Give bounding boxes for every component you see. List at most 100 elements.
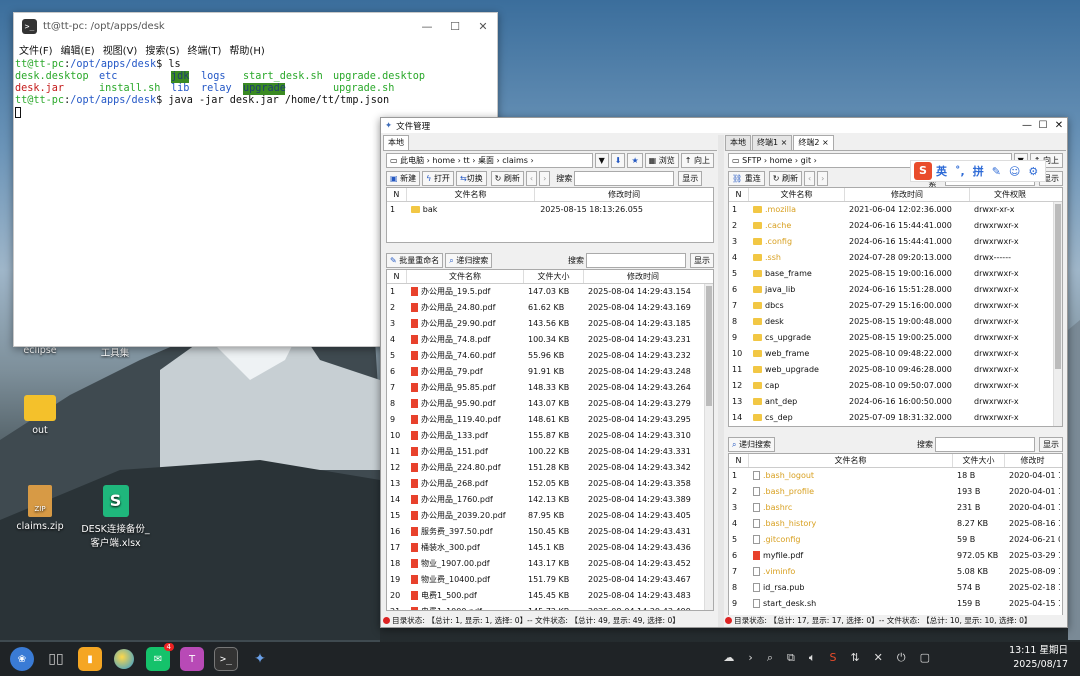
sftp-file-table[interactable]: N 文件名称 文件大小 修改时 1 .bash_logout 18 B 2020-04… <box>728 453 1063 617</box>
menu-help[interactable]: 帮助(H) <box>229 42 264 57</box>
pane-splitter[interactable] <box>718 135 724 627</box>
table-row[interactable]: 14 cs_dep 2025-07-09 18:31:32.000 drwxrwxr-… <box>729 410 1062 426</box>
multitask-view-icon[interactable]: ▯▯ <box>44 647 68 671</box>
close-icon[interactable]: ✕ <box>1051 120 1067 131</box>
table-row[interactable]: 8 办公用品_95.90.pdf 143.07 KB 2025-08-04 14:29… <box>387 396 713 412</box>
table-row[interactable]: 5.gitconfig59 B2024-06-21 09 <box>729 532 1062 548</box>
table-row[interactable]: 13 ant_dep 2024-06-16 16:00:50.000 drwxrwxr… <box>729 394 1062 410</box>
minimize-icon[interactable]: — <box>413 20 441 33</box>
menu-terminal[interactable]: 终端(T) <box>188 42 222 57</box>
table-row[interactable]: 7 dbcs 2025-07-29 15:16:00.000 drwxrwxr-x <box>729 298 1062 314</box>
table-row[interactable]: 18 物业_1907.00.pdf 143.17 KB 2025-08-04 14:2… <box>387 556 713 572</box>
sogou-logo-icon[interactable]: S <box>914 162 932 180</box>
table-row[interactable]: 15 办公用品_2039.20.pdf 87.95 KB 2025-08-04 14:… <box>387 508 713 524</box>
table-row[interactable]: 17 桶装水_300.pdf 145.1 KB 2025-08-04 14:29:43… <box>387 540 713 556</box>
table-row[interactable]: 3 .config 2024-06-16 15:44:41.000 drwxrwxr-… <box>729 234 1062 250</box>
maximize-icon[interactable]: ☐ <box>441 20 469 33</box>
tab-terminal-1[interactable]: 终端1 × <box>752 135 793 150</box>
punctuation-icon[interactable]: ˚, <box>955 165 965 178</box>
refresh-button[interactable]: ↻ 刷新 <box>490 170 524 186</box>
new-button[interactable]: ▣ 新建 <box>386 170 421 186</box>
table-row[interactable]: 12 办公用品_224.80.pdf 151.28 KB 2025-08-04 14:… <box>387 460 713 476</box>
table-row[interactable]: 16 服务费_397.50.pdf 150.45 KB 2025-08-04 14:2… <box>387 524 713 540</box>
left-path-breadcrumb[interactable]: ▭ 此电脑 › home › tt › 桌面 › claims › <box>386 152 593 168</box>
table-row[interactable]: 1 bak 2025-08-15 18:13:26.055 <box>387 202 713 218</box>
tab-local[interactable]: 本地 <box>725 135 751 150</box>
close-icon[interactable]: × <box>781 138 788 147</box>
table-row[interactable]: 4 办公用品_74.8.pdf 100.34 KB 2025-08-04 14:29:… <box>387 332 713 348</box>
ime-toolbar[interactable]: S 英 ˚, 拼 ✎ ☺ ⚙ <box>910 160 1047 182</box>
recursive-search-button[interactable]: ⌕ 递归搜索 <box>445 252 493 268</box>
fm-titlebar[interactable]: ✦ 文件管理 — ☐ ✕ <box>381 118 1067 133</box>
table-row[interactable]: 7.viminfo5.08 KB2025-08-09 17 <box>729 564 1062 580</box>
table-row[interactable]: 2 .cache 2024-06-16 15:44:41.000 drwxrwxr-x <box>729 218 1062 234</box>
back-button[interactable]: ‹ <box>525 170 538 186</box>
scrollbar[interactable] <box>704 284 713 610</box>
table-row[interactable]: 13 办公用品_268.pdf 152.05 KB 2025-08-04 14:29:… <box>387 476 713 492</box>
cloud-icon[interactable]: ☁ <box>723 651 734 665</box>
refresh-button[interactable]: ↻ 刷新 <box>768 170 802 186</box>
star-icon[interactable]: ★ <box>627 152 643 168</box>
table-row[interactable]: 10 办公用品_133.pdf 155.87 KB 2025-08-04 14:29:… <box>387 428 713 444</box>
table-row[interactable]: 1 办公用品_19.5.pdf 147.03 KB 2025-08-04 14:29:… <box>387 284 713 300</box>
table-row[interactable]: 6 办公用品_79.pdf 91.91 KB 2025-08-04 14:29:43.… <box>387 364 713 380</box>
path-dropdown-button[interactable]: ▼ <box>594 152 609 168</box>
table-row[interactable]: 3 办公用品_29.90.pdf 143.56 KB 2025-08-04 14:29… <box>387 316 713 332</box>
show-button[interactable]: 显示 <box>1039 436 1063 452</box>
table-row[interactable]: 1 .mozilla 2021-06-04 12:02:36.000 drwxr-xr… <box>729 202 1062 218</box>
left-file-table[interactable]: N 文件名称 文件大小 修改时间 1 办公用品_19.5.pdf 147.03 KB… <box>386 269 714 611</box>
tab-local[interactable]: 本地 <box>383 135 409 150</box>
show-button[interactable]: 显示 <box>690 252 714 268</box>
table-row[interactable]: 8 desk 2025-08-15 19:00:48.000 drwxrwxr-x <box>729 314 1062 330</box>
switch-button[interactable]: ⇆切换 <box>455 170 487 186</box>
desktop-icon-xlsx[interactable]: S DESK连接备份_客户端.xlsx <box>78 485 153 549</box>
terminal-app-icon[interactable]: >_ <box>214 647 238 671</box>
tab-terminal-2[interactable]: 终端2 × <box>793 135 834 150</box>
file-manager-app-icon[interactable]: ▮ <box>78 647 102 671</box>
table-row[interactable]: 1.bash_logout18 B2020-04-01 1( <box>729 468 1062 484</box>
sftp-folder-table[interactable]: N 文件名称 修改时间 文件权限 1 .mozilla 2021-06-04 12:… <box>728 187 1063 427</box>
menu-file[interactable]: 文件(F) <box>19 42 53 57</box>
forward-button[interactable]: › <box>817 170 829 186</box>
table-row[interactable]: 9 办公用品_119.40.pdf 148.61 KB 2025-08-04 14:2… <box>387 412 713 428</box>
table-row[interactable]: 8id_rsa.pub574 B2025-02-18 1( <box>729 580 1062 596</box>
ime-tray-icon[interactable]: S <box>829 651 836 665</box>
notification-icon[interactable]: ▢ <box>920 651 930 665</box>
table-row[interactable]: 6myfile.pdf972.05 KB2025-03-29 1: <box>729 548 1062 564</box>
pen-icon[interactable]: ✎ <box>992 165 1001 178</box>
desktop-icon-claims-zip[interactable]: ZIP claims.zip <box>5 485 75 532</box>
terminal-titlebar[interactable]: >_ tt@tt-pc: /opt/apps/desk — ☐ ✕ <box>14 13 497 39</box>
menu-view[interactable]: 视图(V) <box>103 42 138 57</box>
volume-icon[interactable]: 🔈︎ <box>809 651 816 665</box>
table-row[interactable]: 19 物业费_10400.pdf 151.79 KB 2025-08-04 14:29… <box>387 572 713 588</box>
show-button[interactable]: 显示 <box>678 170 703 186</box>
terminal-output[interactable]: tt@tt-pc:/opt/apps/desk$ ls desk.desktop e… <box>14 59 497 122</box>
table-row[interactable]: 5 base_frame 2025-08-15 19:00:16.000 drwxrw… <box>729 266 1062 282</box>
text-editor-icon[interactable]: T <box>180 647 204 671</box>
table-row[interactable]: 2 办公用品_24.80.pdf 61.62 KB 2025-08-04 14:29:… <box>387 300 713 316</box>
open-button[interactable]: ϟ 打开 <box>422 170 454 186</box>
browse-button[interactable]: ▦ 浏览 <box>644 152 679 168</box>
recursive-search-button[interactable]: ⌕ 递归搜索 <box>728 436 776 452</box>
menu-edit[interactable]: 编辑(E) <box>61 42 95 57</box>
power-icon[interactable]: ⏻ <box>897 651 906 665</box>
table-row[interactable]: 2.bash_profile193 B2020-04-01 1( <box>729 484 1062 500</box>
search-icon[interactable]: ⌕ <box>767 651 773 665</box>
search-input[interactable] <box>574 170 675 186</box>
table-row[interactable]: 5 办公用品_74.60.pdf 55.96 KB 2025-08-04 14:29:… <box>387 348 713 364</box>
file-search-input[interactable] <box>935 436 1035 452</box>
emoji-icon[interactable]: ☺ <box>1009 165 1020 178</box>
table-row[interactable]: 6 java_lib 2024-06-16 15:51:28.000 drwxrwxr… <box>729 282 1062 298</box>
scrollbar[interactable] <box>1053 202 1062 426</box>
back-button[interactable]: ‹ <box>803 170 816 186</box>
table-row[interactable]: 9 cs_upgrade 2025-08-15 19:00:25.000 drwxrw… <box>729 330 1062 346</box>
launcher-icon[interactable]: ❀ <box>10 647 34 671</box>
desktop-icon-out[interactable]: out <box>5 395 75 436</box>
table-row[interactable]: 9start_desk.sh159 B2025-04-15 1( <box>729 596 1062 612</box>
batch-rename-button[interactable]: ✎ 批量重命名 <box>386 252 444 268</box>
download-icon[interactable]: ⬇ <box>610 152 626 168</box>
chat-app-icon[interactable]: ✉ 4 <box>146 643 174 671</box>
up-button[interactable]: ↑ 向上 <box>680 152 714 168</box>
table-row[interactable]: 10 web_frame 2025-08-10 09:48:22.000 drwxrw… <box>729 346 1062 362</box>
network-icon[interactable]: ⇅ <box>850 651 859 665</box>
